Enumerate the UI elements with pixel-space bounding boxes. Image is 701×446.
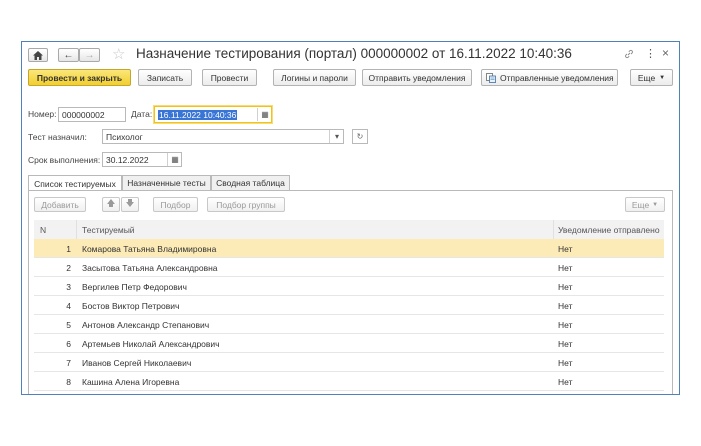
calendar-icon[interactable]: ▦ bbox=[257, 108, 272, 121]
home-button[interactable] bbox=[28, 48, 48, 62]
notifications-icon bbox=[486, 72, 496, 83]
date-field[interactable]: 16.11.2022 10:40:36 ▦ bbox=[154, 106, 272, 123]
row-number: 3 bbox=[66, 282, 71, 292]
deadline-value: 30.12.2022 bbox=[106, 154, 149, 165]
chevron-down-icon: ▼ bbox=[652, 201, 659, 208]
move-up-button[interactable]: 🡅 bbox=[102, 197, 120, 212]
testees-table: N Тестируемый Уведомление отправлено 1 Ко… bbox=[34, 220, 664, 394]
assigned-by-field[interactable]: Психолог ▾ bbox=[102, 129, 344, 144]
testee-name: Кашина Алена Игоревна bbox=[82, 377, 180, 387]
arrow-right-icon: → bbox=[84, 49, 95, 61]
save-button[interactable]: Записать bbox=[138, 69, 192, 86]
table-row[interactable]: 5 Антонов Александр Степанович Нет bbox=[34, 315, 664, 334]
move-down-button[interactable]: 🡇 bbox=[121, 197, 139, 212]
post-and-close-button[interactable]: Провести и закрыть bbox=[28, 69, 131, 86]
table-header: N Тестируемый Уведомление отправлено bbox=[34, 220, 664, 240]
add-button[interactable]: Добавить bbox=[34, 197, 86, 212]
document-window: ← → ☆ Назначение тестирования (портал) 0… bbox=[21, 41, 680, 395]
date-label: Дата: bbox=[131, 109, 153, 119]
chevron-down-icon: ▼ bbox=[659, 74, 666, 81]
testee-name: Вергилев Петр Федорович bbox=[82, 282, 187, 292]
column-header-notified[interactable]: Уведомление отправлено bbox=[558, 225, 660, 235]
arrow-up-icon: 🡅 bbox=[106, 197, 116, 208]
testee-name: Комарова Татьяна Владимировна bbox=[82, 244, 217, 254]
table-row[interactable]: 2 Засытова Татьяна Александровна Нет bbox=[34, 258, 664, 277]
home-icon bbox=[33, 50, 43, 60]
grid-more-button[interactable]: Еще ▼ bbox=[625, 197, 665, 212]
table-row[interactable]: 7 Иванов Сергей Николаевич Нет bbox=[34, 353, 664, 372]
notification-status: Нет bbox=[558, 358, 573, 368]
grid-more-label: Еще bbox=[631, 199, 650, 210]
column-header-n[interactable]: N bbox=[40, 225, 46, 235]
calendar-icon[interactable]: ▦ bbox=[167, 153, 182, 166]
row-number: 7 bbox=[66, 358, 71, 368]
pick-group-button[interactable]: Подбор группы bbox=[207, 197, 285, 212]
column-divider bbox=[76, 220, 77, 239]
post-button[interactable]: Провести bbox=[202, 69, 257, 86]
back-button[interactable]: ← bbox=[58, 48, 79, 62]
table-row[interactable]: 6 Артемьев Николай Александрович Нет bbox=[34, 334, 664, 353]
tab-assigned-tests[interactable]: Назначенные тесты bbox=[122, 175, 211, 190]
arrow-left-icon: ← bbox=[63, 49, 74, 61]
window-title: Назначение тестирования (портал) 0000000… bbox=[136, 46, 572, 61]
notification-status: Нет bbox=[558, 301, 573, 311]
open-link-icon: ↻ bbox=[356, 132, 364, 141]
testee-name: Артемьев Николай Александрович bbox=[82, 339, 220, 349]
dropdown-icon[interactable]: ▾ bbox=[329, 130, 344, 143]
close-icon[interactable]: × bbox=[662, 46, 669, 60]
row-number: 1 bbox=[66, 244, 71, 254]
sent-notifications-button[interactable]: Отправленные уведомления bbox=[481, 69, 618, 86]
row-number: 4 bbox=[66, 301, 71, 311]
more-label: Еще bbox=[637, 72, 656, 83]
pick-button[interactable]: Подбор bbox=[153, 197, 198, 212]
row-number: 6 bbox=[66, 339, 71, 349]
more-menu-icon[interactable]: ⋮ bbox=[645, 47, 656, 60]
notification-status: Нет bbox=[558, 377, 573, 387]
notification-status: Нет bbox=[558, 282, 573, 292]
column-header-testee[interactable]: Тестируемый bbox=[82, 225, 135, 235]
testee-name: Антонов Александр Степанович bbox=[82, 320, 210, 330]
send-notification-button[interactable]: Отправить уведомления bbox=[362, 69, 472, 86]
logins-passwords-button[interactable]: Логины и пароли bbox=[273, 69, 356, 86]
table-row[interactable]: 3 Вергилев Петр Федорович Нет bbox=[34, 277, 664, 296]
column-divider bbox=[553, 220, 554, 239]
testee-name: Иванов Сергей Николаевич bbox=[82, 358, 192, 368]
notification-status: Нет bbox=[558, 263, 573, 273]
table-row[interactable]: 1 Комарова Татьяна Владимировна Нет bbox=[34, 239, 664, 258]
open-link-button[interactable]: ↻ bbox=[352, 129, 368, 144]
date-value: 16.11.2022 10:40:36 bbox=[158, 109, 238, 120]
row-number: 5 bbox=[66, 320, 71, 330]
deadline-label: Срок выполнения: bbox=[28, 155, 101, 165]
tab-summary-table[interactable]: Сводная таблица bbox=[211, 175, 290, 190]
assigned-by-label: Тест назначил: bbox=[28, 132, 87, 142]
row-number: 2 bbox=[66, 263, 71, 273]
row-number: 8 bbox=[66, 377, 71, 387]
notification-status: Нет bbox=[558, 244, 573, 254]
tab-testees-list[interactable]: Список тестируемых bbox=[28, 175, 122, 191]
forward-button[interactable]: → bbox=[79, 48, 100, 62]
table-row[interactable]: 8 Кашина Алена Игоревна Нет bbox=[34, 372, 664, 391]
more-button[interactable]: Еще ▼ bbox=[630, 69, 673, 86]
arrow-down-icon: 🡇 bbox=[125, 197, 135, 208]
notification-status: Нет bbox=[558, 339, 573, 349]
link-icon[interactable] bbox=[624, 49, 634, 61]
favorite-star-icon[interactable]: ☆ bbox=[112, 45, 125, 63]
testee-name: Засытова Татьяна Александровна bbox=[82, 263, 218, 273]
testee-name: Бостов Виктор Петрович bbox=[82, 301, 180, 311]
sent-notifications-label: Отправленные уведомления bbox=[500, 72, 614, 83]
assigned-by-value: Психолог bbox=[106, 131, 143, 142]
number-field[interactable]: 000000002 bbox=[58, 107, 126, 122]
notification-status: Нет bbox=[558, 320, 573, 330]
table-row[interactable]: 4 Бостов Виктор Петрович Нет bbox=[34, 296, 664, 315]
number-label: Номер: bbox=[28, 109, 57, 119]
deadline-field[interactable]: 30.12.2022 ▦ bbox=[102, 152, 182, 167]
